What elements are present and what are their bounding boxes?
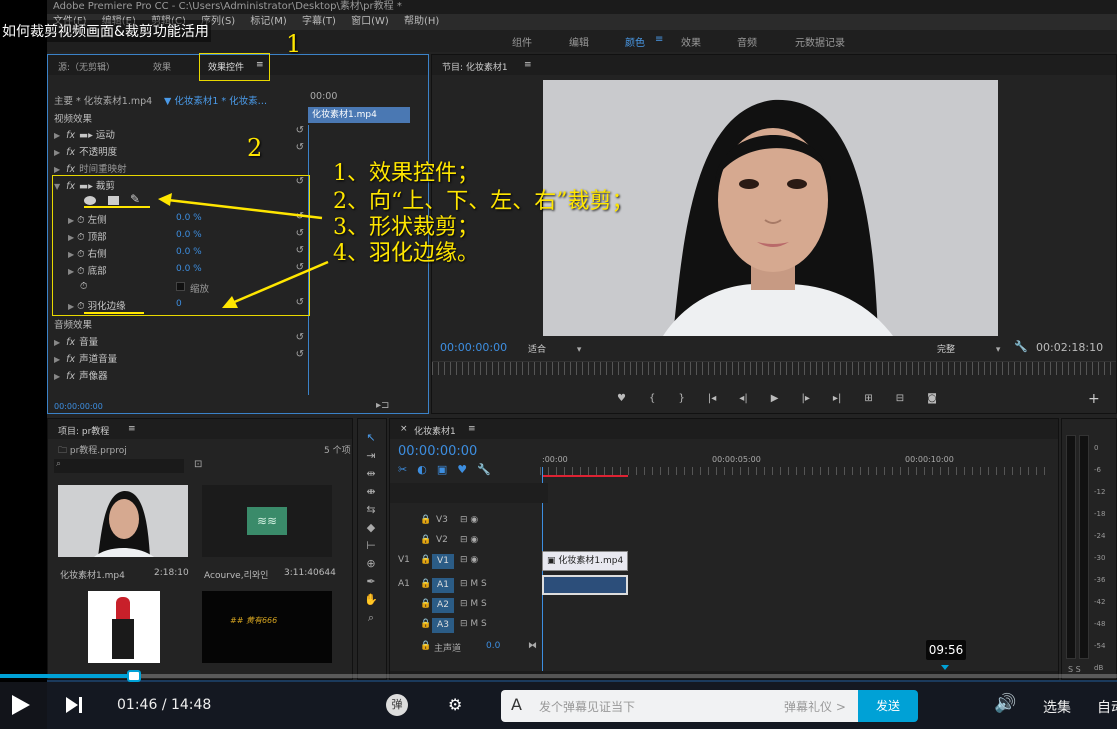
play-icon[interactable] bbox=[12, 695, 30, 715]
current-time: 01:46 bbox=[117, 697, 158, 713]
danmaku-settings-icon[interactable]: ⚙ bbox=[448, 695, 472, 715]
total-time: 14:48 bbox=[170, 697, 212, 713]
annotation-arrows bbox=[84, 193, 329, 314]
arrow-to-shapes bbox=[167, 198, 323, 220]
time-display: 01:46 / 14:48 bbox=[117, 697, 212, 713]
danmaku-style-icon[interactable]: A bbox=[511, 695, 522, 714]
send-button[interactable]: 发送 bbox=[858, 690, 918, 722]
volume-icon[interactable]: 🔊 bbox=[994, 693, 1016, 714]
next-icon[interactable] bbox=[66, 697, 78, 713]
progress-fill bbox=[0, 674, 134, 678]
player-controls: 01:46 / 14:48 弹 ⚙ A 发个弹幕见证当下 弹幕礼仪 > 发送 🔊… bbox=[0, 682, 1117, 729]
hover-time-tooltip: 09:56 bbox=[926, 640, 966, 660]
autoplay-button[interactable]: 自动 bbox=[1097, 697, 1117, 717]
danmaku-placeholder: 发个弹幕见证当下 bbox=[539, 700, 636, 714]
episodes-button[interactable]: 选集 bbox=[1043, 697, 1071, 717]
arrowhead-shapes bbox=[158, 193, 172, 206]
arrow-to-feather bbox=[231, 260, 329, 305]
progress-knob[interactable] bbox=[127, 670, 141, 682]
danmaku-input[interactable]: A 发个弹幕见证当下 弹幕礼仪 > bbox=[501, 690, 858, 722]
hover-marker-icon bbox=[941, 665, 949, 670]
danmaku-toggle[interactable]: 弹 bbox=[386, 694, 408, 716]
danmaku-etiquette-link[interactable]: 弹幕礼仪 > bbox=[784, 698, 846, 715]
progress-track[interactable] bbox=[0, 674, 1117, 678]
